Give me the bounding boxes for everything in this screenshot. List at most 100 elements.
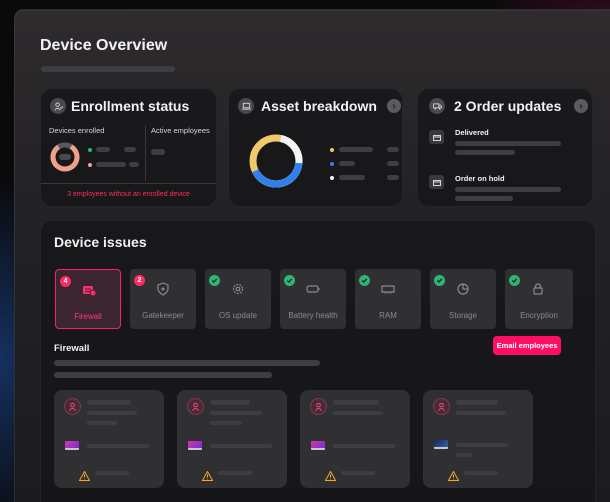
chevron-right-icon[interactable]: › <box>574 99 588 113</box>
enrollment-title: Enrollment status <box>71 98 190 114</box>
device-detail <box>456 453 472 457</box>
order-detail <box>455 150 515 155</box>
employee-detail <box>333 411 383 415</box>
legend-bar <box>339 161 355 166</box>
memory-icon <box>381 285 395 294</box>
enrollment-donut <box>50 142 80 172</box>
asset-breakdown-card[interactable]: Asset breakdown › <box>228 88 403 207</box>
employee-name <box>333 400 379 405</box>
order-detail <box>455 187 561 192</box>
tile-label: Firewall <box>74 312 102 321</box>
employee-name <box>456 400 498 405</box>
warning-text <box>95 471 129 475</box>
tile-storage[interactable]: Storage <box>430 269 496 329</box>
employee-card[interactable] <box>300 390 410 488</box>
firewall-icon <box>83 286 97 297</box>
tile-battery-health[interactable]: Battery health <box>280 269 346 329</box>
section-description <box>54 360 320 366</box>
storage-icon <box>457 283 469 295</box>
employee-card[interactable] <box>423 390 533 488</box>
order-status-label: Delivered <box>455 128 489 137</box>
legend-dot-1 <box>330 148 334 152</box>
page-title: Device Overview <box>40 37 168 54</box>
section-title: Firewall <box>54 343 90 354</box>
employee-detail <box>210 411 262 415</box>
laptop-icon <box>65 441 79 450</box>
tile-label: RAM <box>379 311 397 320</box>
order-updates-title: 2 Order updates <box>454 98 562 114</box>
box-icon <box>429 175 444 189</box>
employee-name <box>87 400 131 405</box>
tile-ram[interactable]: RAM <box>355 269 421 329</box>
tile-os-update[interactable]: OS update <box>205 269 271 329</box>
order-item-on-hold[interactable]: Order on hold <box>418 167 594 203</box>
employee-name <box>210 400 250 405</box>
shield-icon <box>157 282 169 296</box>
check-icon <box>284 275 295 286</box>
legend-dot-2 <box>330 162 334 166</box>
gear-icon <box>232 283 244 295</box>
tile-label: Encryption <box>520 311 558 320</box>
tile-label: Battery health <box>288 311 338 320</box>
truck-icon <box>429 98 445 114</box>
laptop-icon <box>238 98 254 114</box>
tile-label: OS update <box>218 311 258 320</box>
employee-card[interactable] <box>177 390 287 488</box>
tile-firewall[interactable]: 4 Firewall <box>55 269 121 329</box>
warning-icon <box>201 468 214 481</box>
tile-gatekeeper[interactable]: 2 Gatekeeper <box>130 269 196 329</box>
legend-value <box>387 161 399 166</box>
issue-count-badge: 2 <box>134 275 145 286</box>
device-name <box>87 444 149 448</box>
warning-text <box>218 471 252 475</box>
device-name <box>333 444 395 448</box>
order-item-delivered[interactable]: Delivered <box>418 121 594 157</box>
legend-bar <box>339 175 365 180</box>
device-issues-title: Device issues <box>54 234 147 250</box>
employee-detail <box>87 411 137 415</box>
issue-count-badge: 4 <box>60 276 71 287</box>
asset-donut <box>249 134 303 188</box>
chevron-right-icon[interactable]: › <box>387 99 401 113</box>
legend-bar <box>96 162 126 167</box>
legend-bar <box>339 147 373 152</box>
warning-icon <box>447 468 460 481</box>
devices-enrolled-label: Devices enrolled <box>49 126 105 135</box>
enrollment-warning[interactable]: 3 employees without an enrolled device <box>41 191 216 198</box>
employee-detail <box>87 421 117 425</box>
warning-text <box>464 471 498 475</box>
device-name <box>456 443 508 447</box>
active-employees-value <box>151 149 165 155</box>
legend-value <box>387 175 399 180</box>
main-panel: Device Overview Enrollment status Device… <box>14 9 610 502</box>
check-icon <box>359 275 370 286</box>
order-status-label: Order on hold <box>455 174 505 183</box>
device-name <box>210 444 272 448</box>
box-icon <box>429 130 444 144</box>
order-updates-card[interactable]: 2 Order updates › Delivered Order on hol… <box>417 88 593 207</box>
divider <box>145 125 146 181</box>
warning-icon <box>324 468 337 481</box>
legend-value <box>124 147 136 152</box>
avatar <box>187 398 204 415</box>
order-detail <box>455 196 513 201</box>
avatar <box>64 398 81 415</box>
device-issues-card: Device issues 4 Firewall 2 Gatekeeper OS… <box>40 220 596 502</box>
avatar <box>433 398 450 415</box>
legend-value <box>129 162 139 167</box>
enrollment-status-card[interactable]: Enrollment status Devices enrolled Activ… <box>40 88 217 207</box>
tile-label: Gatekeeper <box>142 311 184 320</box>
legend-value <box>387 147 399 152</box>
user-check-icon <box>50 98 66 114</box>
order-detail <box>455 141 561 146</box>
employee-detail <box>456 411 506 415</box>
battery-icon <box>306 285 320 293</box>
tile-encryption[interactable]: Encryption <box>505 269 573 329</box>
email-employees-button[interactable]: Email employees <box>493 336 561 355</box>
legend-bar <box>96 147 110 152</box>
avatar <box>310 398 327 415</box>
subtitle-placeholder <box>41 66 175 72</box>
laptop-icon <box>434 440 448 449</box>
employee-card[interactable] <box>54 390 164 488</box>
check-icon <box>209 275 220 286</box>
